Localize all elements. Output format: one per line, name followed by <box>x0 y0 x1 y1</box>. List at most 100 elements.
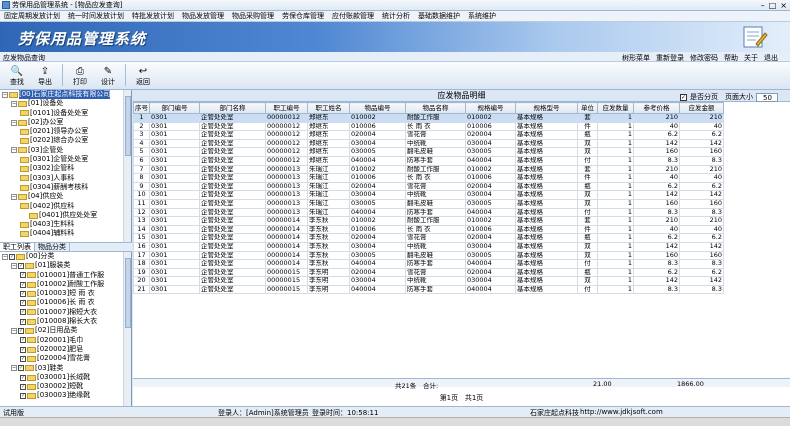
tree-checkbox[interactable]: ✓ <box>20 318 26 325</box>
expand-toggle-icon[interactable]: − <box>11 193 17 200</box>
table-row[interactable]: 2 0301 企管处处室 00000012 郑继东 010006 长 雨 衣 010006 基本… <box>133 121 724 132</box>
column-header[interactable]: 部门名称 <box>199 102 266 114</box>
table-row[interactable]: 12 0301 企管处处室 00000013 朱瑞江 040004 防寒手套 040004 基本… <box>133 207 724 218</box>
tree-checkbox[interactable]: ✓ <box>9 253 15 260</box>
column-header[interactable]: 应发金额 <box>679 102 724 114</box>
menu-item[interactable]: 特批发放计划 <box>128 11 178 21</box>
tree-checkbox[interactable]: ✓ <box>20 300 26 307</box>
tree-node[interactable]: − [03]企管处 <box>0 146 124 155</box>
tab-employees[interactable]: 职工列表 <box>0 243 35 251</box>
tree-node[interactable]: ✓ [020004]雪花膏 <box>0 354 124 363</box>
tree-node[interactable]: [0101]设备处处室 <box>0 109 124 118</box>
tree-node[interactable]: [0302]企管科 <box>0 164 124 173</box>
tree-node[interactable]: − ✓ [02]日用品类 <box>0 326 124 335</box>
category-tree-scrollbar[interactable] <box>123 252 131 406</box>
expand-toggle-icon[interactable]: − <box>2 91 8 98</box>
tree-node[interactable]: ✓ [010007]棉短大衣 <box>0 308 124 317</box>
table-row[interactable]: 15 0301 企管处处室 00000014 李东秋 020004 雪花膏 020004 基本规… <box>133 233 724 243</box>
toolbar-button-export[interactable]: ⇪ 导出 <box>34 65 56 89</box>
table-row[interactable]: 9 0301 企管处处室 00000013 朱瑞江 020004 雪花膏 020004 基本规格… <box>133 181 724 192</box>
menu-item[interactable]: 固定周期发放计划 <box>0 11 64 21</box>
expand-toggle-icon[interactable]: − <box>11 147 17 154</box>
table-row[interactable]: 3 0301 企管处处室 00000012 郑继东 020004 雪花膏 020004 基本规格… <box>133 130 724 140</box>
column-header[interactable]: 物品编号 <box>349 102 406 114</box>
tree-checkbox[interactable]: ✓ <box>20 374 26 381</box>
tree-node[interactable]: [0303]人事科 <box>0 174 124 183</box>
column-header[interactable]: 应发数量 <box>597 102 634 114</box>
tree-node[interactable]: − [00]石家庄起点科技有限公司 <box>0 90 124 100</box>
tree-node[interactable]: ✓ [030001]长绒靴 <box>0 373 124 382</box>
tree-node[interactable]: [0401]供应处处室 <box>0 211 124 220</box>
table-row[interactable]: 19 0301 企管处处室 00000015 李东明 020004 雪花膏 020004 基本规… <box>133 267 724 278</box>
table-row[interactable]: 1 0301 企管处处室 00000012 郑继东 010002 耐酸工作服 010002 基本… <box>133 113 724 123</box>
expand-toggle-icon[interactable]: − <box>11 365 17 372</box>
tree-node[interactable]: ✓ [030003]绝缘靴 <box>0 391 124 400</box>
menu-item[interactable]: 统一时间发放计划 <box>64 11 128 21</box>
expand-toggle-icon[interactable]: − <box>11 262 17 269</box>
expand-toggle-icon[interactable]: − <box>11 328 17 335</box>
column-header[interactable]: 职工姓名 <box>307 102 350 114</box>
menu-item[interactable]: 应付账款管理 <box>328 11 378 21</box>
tree-checkbox[interactable]: ✓ <box>20 383 26 390</box>
tab-categories[interactable]: 物品分类 <box>35 243 70 251</box>
paging-checkbox[interactable]: ✓ <box>680 93 687 101</box>
column-header[interactable]: 序号 <box>133 102 150 114</box>
maximize-icon[interactable]: □ <box>769 1 777 10</box>
table-row[interactable]: 4 0301 企管处处室 00000012 郑继东 030004 中统靴 030004 基本规格… <box>133 138 724 149</box>
table-row[interactable]: 17 0301 企管处处室 00000014 李东秋 030005 翻毛皮鞋 030005 基本… <box>133 250 724 261</box>
table-row[interactable]: 7 0301 企管处处室 00000013 朱瑞江 010002 耐酸工作服 010002 基本… <box>133 164 724 175</box>
tree-node[interactable]: − ✓ [03]鞋类 <box>0 364 124 373</box>
column-header[interactable]: 规格型号 <box>515 102 578 114</box>
menu-item[interactable]: 劳保仓库管理 <box>278 11 328 21</box>
org-tree-scrollbar[interactable] <box>123 90 131 242</box>
tree-node[interactable]: ✓ [010002]耐酸工作服 <box>0 280 124 289</box>
tree-node[interactable]: [0404]辅料科 <box>0 229 124 238</box>
tree-node[interactable]: − [01]设备处 <box>0 99 124 108</box>
tree-checkbox[interactable]: ✓ <box>20 272 26 279</box>
column-header[interactable]: 部门编号 <box>149 102 200 114</box>
tree-node[interactable]: [0402]供应科 <box>0 202 124 211</box>
menu-item[interactable]: 物品发放管理 <box>178 11 228 21</box>
tree-checkbox[interactable]: ✓ <box>20 309 26 316</box>
minimize-icon[interactable]: – <box>761 1 765 10</box>
tree-node[interactable]: ✓ [020001]毛巾 <box>0 336 124 345</box>
tree-checkbox[interactable]: ✓ <box>20 337 26 344</box>
table-row[interactable]: 18 0301 企管处处室 00000014 李东秋 040004 防寒手套 040004 基本… <box>133 259 724 269</box>
table-row[interactable]: 5 0301 企管处处室 00000012 郑继东 030005 翻毛皮鞋 030005 基本规… <box>133 147 724 157</box>
table-row[interactable]: 6 0301 企管处处室 00000012 郑继东 040004 防寒手套 040004 基本规… <box>133 155 724 166</box>
table-row[interactable]: 10 0301 企管处处室 00000013 朱瑞江 030004 中统靴 030004 基本规… <box>133 190 724 200</box>
column-header[interactable]: 单位 <box>577 102 598 114</box>
tree-node[interactable]: ✓ [010008]棉长大衣 <box>0 317 124 326</box>
menu-item[interactable]: 物品采购管理 <box>228 11 278 21</box>
column-header[interactable]: 职工编号 <box>265 102 308 114</box>
page-size-input[interactable]: 50 <box>756 92 778 102</box>
tree-checkbox[interactable]: ✓ <box>20 393 26 400</box>
tree-checkbox[interactable]: ✓ <box>20 355 26 362</box>
toolbar-button-print[interactable]: ⎙ 打印 <box>69 65 91 89</box>
tree-node[interactable]: ✓ [020002]肥皂 <box>0 345 124 354</box>
tree-node[interactable]: − [04]供应处 <box>0 192 124 201</box>
tree-checkbox[interactable]: ✓ <box>18 262 24 269</box>
toolbar-button-design[interactable]: ✎ 设计 <box>97 65 119 89</box>
menu-item[interactable]: 基础数据维护 <box>414 11 464 21</box>
tree-node[interactable]: − ✓ [00]分类 <box>0 252 124 261</box>
table-row[interactable]: 13 0301 企管处处室 00000014 李东秋 010002 耐酸工作服 010002 基… <box>133 216 724 226</box>
close-icon[interactable]: × <box>780 1 787 10</box>
table-row[interactable]: 21 0301 企管处处室 00000015 李东明 040004 防寒手套 040004 基本… <box>133 284 724 295</box>
table-row[interactable]: 20 0301 企管处处室 00000015 李东明 030004 中统靴 030004 基本规… <box>133 276 724 286</box>
expand-toggle-icon[interactable]: − <box>11 100 17 107</box>
column-header[interactable]: 参考价格 <box>633 102 680 114</box>
table-row[interactable]: 16 0301 企管处处室 00000014 李东秋 030004 中统靴 030004 基本规… <box>133 241 724 252</box>
table-row[interactable]: 14 0301 企管处处室 00000014 李东秋 010006 长 雨 衣 010006 基… <box>133 224 724 235</box>
toolbar-button-search[interactable]: 🔍 查找 <box>6 65 28 89</box>
column-header[interactable]: 物品名称 <box>405 102 466 114</box>
tree-node[interactable]: [0304]薪酬考核科 <box>0 183 124 192</box>
tree-checkbox[interactable]: ✓ <box>18 328 24 335</box>
tree-node[interactable]: [0301]企管处处室 <box>0 155 124 164</box>
table-row[interactable]: 8 0301 企管处处室 00000013 朱瑞江 010006 长 雨 衣 010006 基本… <box>133 173 724 183</box>
tree-node[interactable]: ✓ [010001]普通工作服 <box>0 271 124 280</box>
tree-node[interactable]: ✓ [010006]长 雨 衣 <box>0 298 124 307</box>
tree-node[interactable]: − [02]办公室 <box>0 118 124 127</box>
tree-node[interactable]: [0202]综合办公室 <box>0 136 124 145</box>
tree-node[interactable]: − ✓ [01]服装类 <box>0 261 124 270</box>
